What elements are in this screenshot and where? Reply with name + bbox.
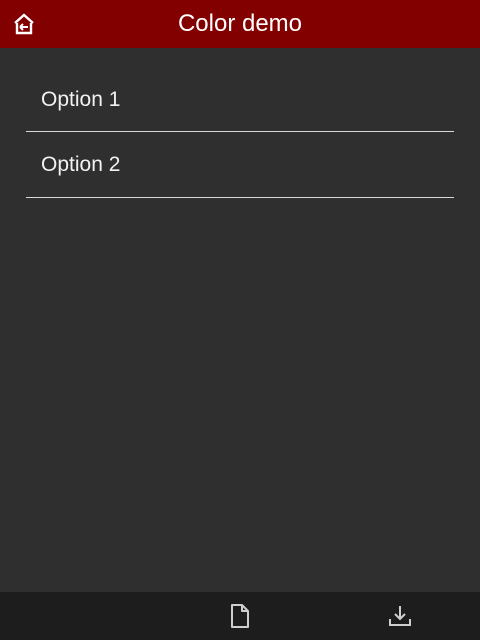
list-item-label: Option 2 (41, 152, 121, 176)
page-title: Color demo (177, 10, 303, 37)
app-window: Color demo Option 1 Option 2 (0, 0, 480, 640)
options-list: Option 1 Option 2 (26, 68, 454, 198)
title-bar: Color demo (0, 0, 480, 48)
download-button[interactable] (386, 602, 414, 630)
list-item-option-2[interactable]: Option 2 (26, 132, 454, 198)
home-back-icon (14, 13, 34, 35)
home-button[interactable] (10, 10, 38, 38)
bottom-toolbar (0, 592, 480, 640)
download-icon (389, 606, 411, 626)
file-icon (231, 604, 249, 628)
file-button[interactable] (226, 602, 254, 630)
list-item-label: Option 1 (41, 87, 121, 111)
list-item-option-1[interactable]: Option 1 (26, 68, 454, 132)
